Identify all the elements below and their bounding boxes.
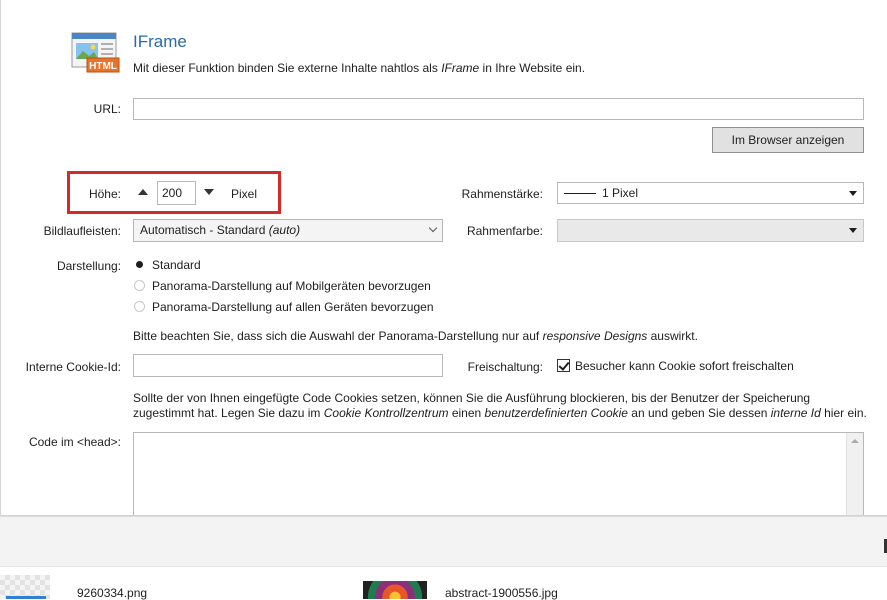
frame-color-label: Rahmenfarbe: (466, 224, 543, 238)
dropdown-arrow-icon (849, 228, 857, 233)
cookie-info-line1: Sollte der von Ihnen eingefügte Code Coo… (133, 391, 811, 405)
file-thumbnail[interactable] (363, 581, 427, 599)
frame-width-select[interactable]: 1 Pixel (557, 182, 864, 204)
cookie-id-label: Interne Cookie-Id: (25, 360, 121, 374)
height-label: Höhe: (88, 187, 121, 201)
url-label: URL: (93, 102, 121, 116)
radio-panorama-mobile-label[interactable]: Panorama-Darstellung auf Mobilgeräten be… (152, 279, 431, 293)
height-unit: Pixel (231, 187, 258, 201)
chevron-down-icon (428, 223, 438, 233)
display-label: Darstellung: (56, 259, 121, 273)
line-style-icon (564, 193, 596, 195)
radio-standard-label[interactable]: Standard (152, 258, 201, 272)
dropdown-arrow-icon (849, 191, 857, 196)
show-in-browser-button[interactable]: Im Browser anzeigen (712, 127, 864, 153)
radio-standard[interactable] (134, 259, 145, 270)
dialog-footer (0, 516, 887, 566)
radio-panorama-mobile[interactable] (134, 280, 145, 291)
iframe-dialog: HTML IFrame Mit dieser Funktion binden S… (0, 0, 887, 516)
frame-width-label: Rahmenstärke: (461, 187, 543, 201)
svg-text:HTML: HTML (89, 61, 117, 72)
release-checkbox-label[interactable]: Besucher kann Cookie sofort freischalten (575, 359, 794, 373)
panorama-note: Bitte beachten Sie, dass sich die Auswah… (133, 329, 698, 343)
decrease-height-icon[interactable] (204, 189, 214, 195)
scrollbars-label: Bildlaufleisten: (43, 224, 121, 238)
dialog-title: IFrame (133, 32, 187, 51)
head-code-textarea[interactable] (133, 432, 864, 515)
release-label: Freischaltung: (467, 360, 543, 374)
increase-height-icon[interactable] (138, 189, 148, 195)
cookie-id-input[interactable] (133, 354, 443, 377)
radio-panorama-all-label[interactable]: Panorama-Darstellung auf allen Geräten b… (152, 300, 434, 314)
frame-color-select[interactable] (557, 219, 864, 242)
radio-panorama-all[interactable] (134, 301, 145, 312)
scroll-up-icon[interactable] (851, 439, 859, 443)
url-input[interactable] (133, 98, 864, 120)
height-input[interactable]: 200 (157, 181, 196, 205)
cookie-info-line2: zugestimmt hat. Legen Sie dazu im Cookie… (133, 406, 867, 420)
html-iframe-icon: HTML (71, 32, 121, 74)
dialog-description: Mit dieser Funktion binden Sie externe I… (133, 61, 586, 75)
head-code-label: Code im <head>: (28, 435, 121, 449)
scrollbars-select[interactable]: Automatisch - Standard (auto) (133, 219, 443, 242)
release-checkbox[interactable] (557, 359, 570, 372)
textarea-scrollbar[interactable] (846, 433, 863, 515)
file-strip: 9260334.png abstract-1900556.jpg (0, 566, 887, 600)
